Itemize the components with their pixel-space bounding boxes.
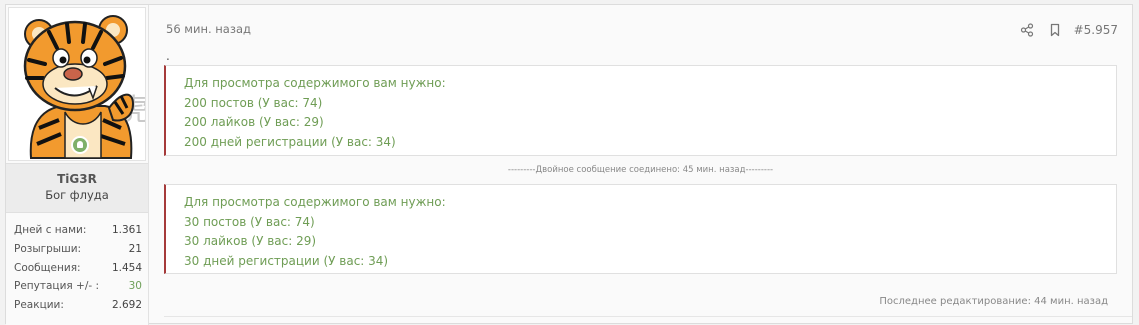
stat-row-giveaways: Розыгрыши: 21 <box>14 240 142 259</box>
stat-label: Розыгрыши: <box>14 242 82 255</box>
post-actions: #5.957 <box>1006 23 1118 37</box>
stat-value: 2.692 <box>111 299 142 312</box>
merged-post-note: ---------Двойное сообщение соединено: 45… <box>507 165 774 175</box>
user-title: Бог флуда <box>45 188 109 202</box>
post-time-link[interactable]: 56 мин. назад <box>166 22 251 36</box>
hidden-requirement-line: 200 дней регистрации (У вас: 34) <box>184 134 396 149</box>
hidden-requirement-line: 30 постов (У вас: 74) <box>184 214 315 229</box>
stat-value: 21 <box>128 242 142 255</box>
post-number-link[interactable]: #5.957 <box>1074 23 1118 37</box>
stat-label: Репутация +/- : <box>14 280 100 293</box>
forum-post: 虎 <box>5 4 1133 325</box>
user-name-box: TiG3R Бог флуда <box>6 163 148 213</box>
username-link[interactable]: TiG3R <box>6 172 148 186</box>
post-text: . <box>166 49 170 63</box>
stat-value: 30 <box>128 280 142 293</box>
stat-label: Реакции: <box>14 299 64 312</box>
avatar[interactable]: 虎 <box>8 7 146 161</box>
hidden-content-block: Для просмотра содержимого вам нужно: 30 … <box>164 184 1117 274</box>
hidden-requirement-line: Для просмотра содержимого вам нужно: <box>184 195 446 209</box>
online-status-icon <box>71 136 89 154</box>
stat-label: Сообщения: <box>14 261 81 274</box>
hidden-requirement-line: Для просмотра содержимого вам нужно: <box>184 76 446 90</box>
stat-row-reputation: Репутация +/- : 30 <box>14 277 142 296</box>
user-column: 虎 <box>6 5 149 325</box>
hidden-requirement-line: 30 лайков (У вас: 29) <box>184 234 317 248</box>
stat-value: 1.361 <box>111 224 142 236</box>
post-main: 56 мин. назад #5.957 . Для просмотра сод… <box>164 5 1132 325</box>
stat-row-messages: Сообщения: 1.454 <box>14 259 142 278</box>
divider <box>164 316 1132 317</box>
hidden-content-block: Для просмотра содержимого вам нужно: 200… <box>164 65 1117 156</box>
hidden-requirement-line: 200 постов (У вас: 74) <box>184 95 323 110</box>
user-stats: Дней с нами: 1.361 Розыгрыши: 21 Сообщен… <box>14 221 142 315</box>
last-edited-note: Последнее редактирование: 44 мин. назад <box>879 296 1108 307</box>
bookmark-icon[interactable] <box>1048 23 1062 37</box>
stat-row-days: Дней с нами: 1.361 <box>14 221 142 240</box>
stat-label: Дней с нами: <box>14 224 87 236</box>
hidden-requirement-line: 200 лайков (У вас: 29) <box>184 115 324 129</box>
stat-row-reactions: Реакции: 2.692 <box>14 296 142 315</box>
share-icon[interactable] <box>1020 23 1034 37</box>
stat-value: 1.454 <box>111 261 142 274</box>
hidden-requirement-line: 30 дней регистрации (У вас: 34) <box>184 253 389 268</box>
